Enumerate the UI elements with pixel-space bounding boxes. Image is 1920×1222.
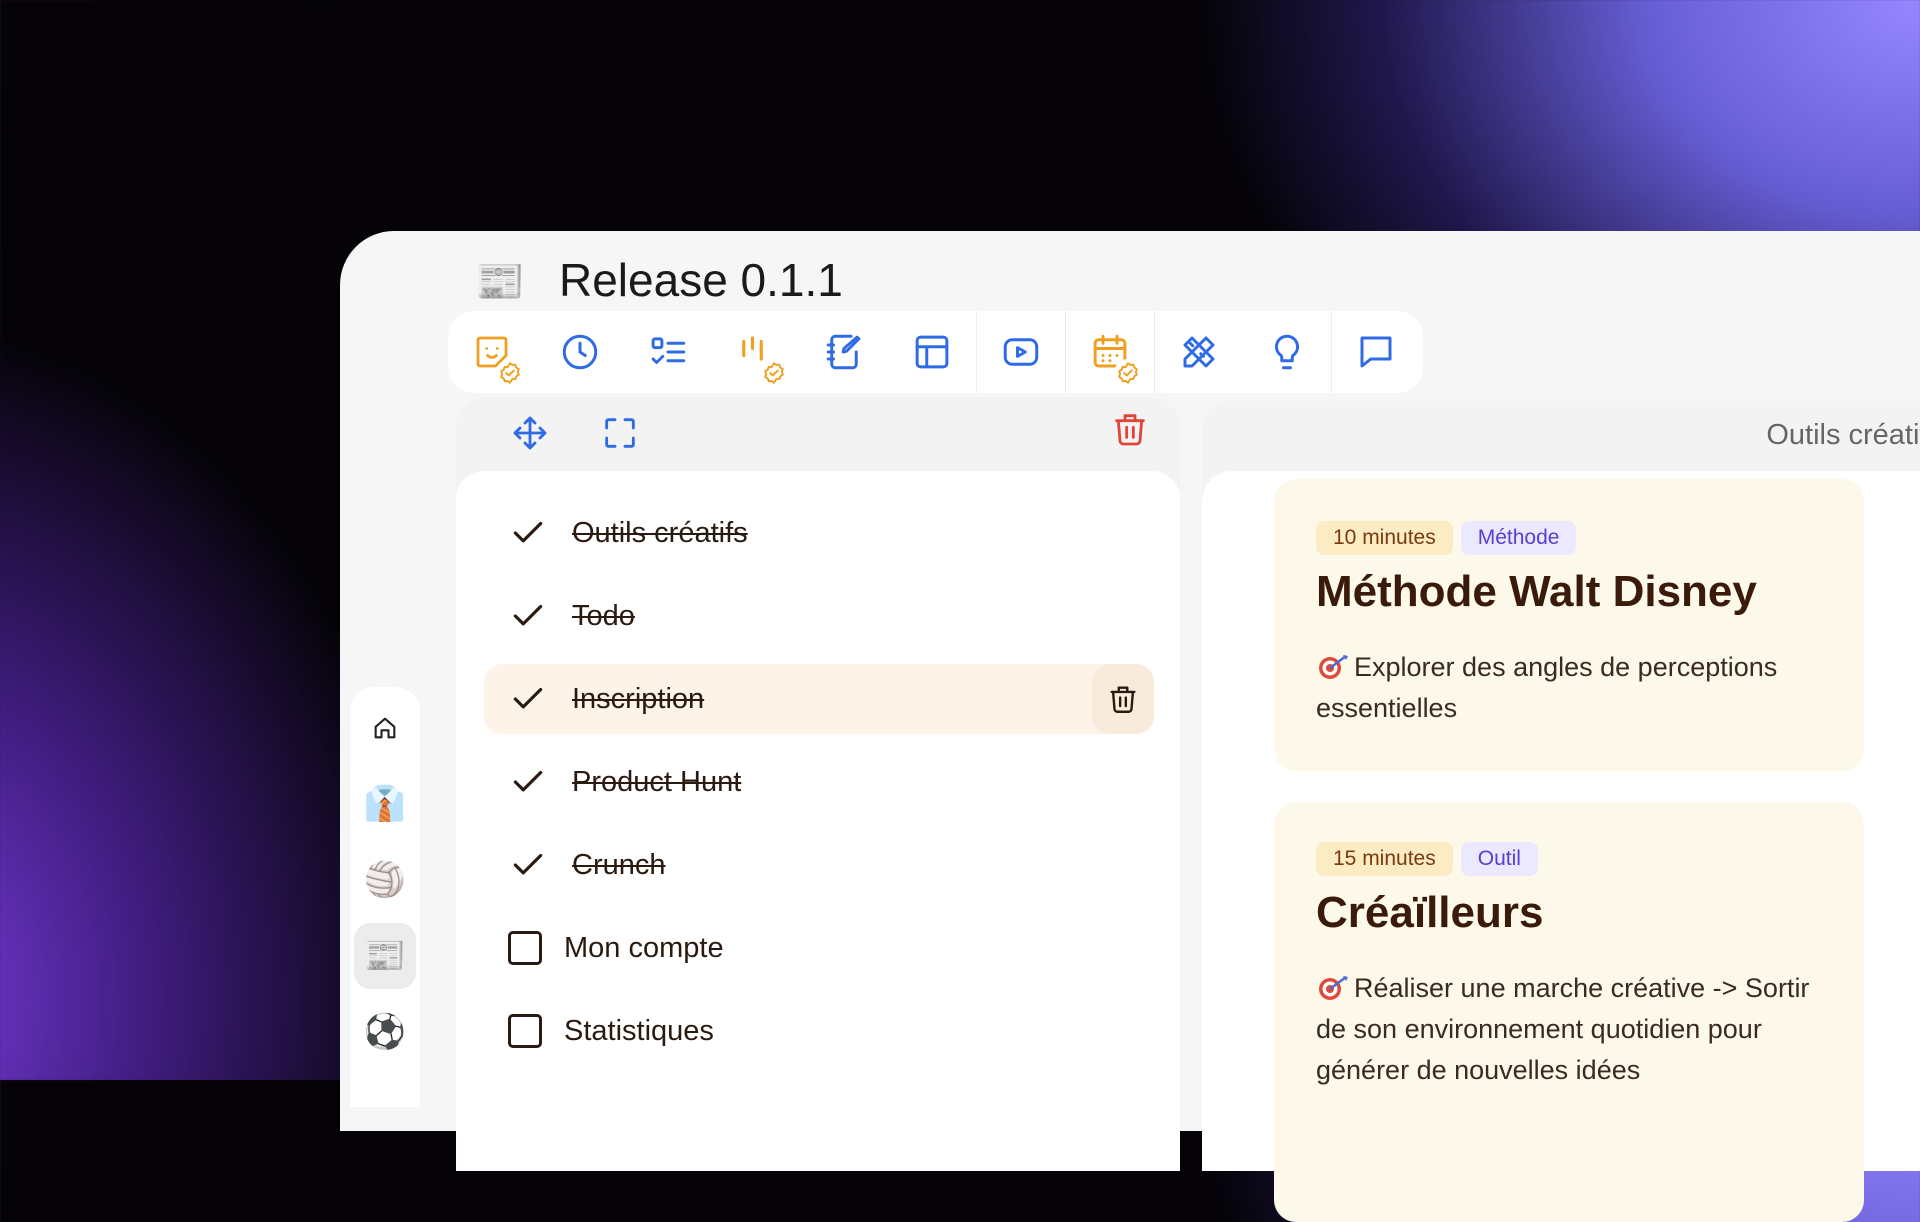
sidebar-item-football[interactable]: ⚽ xyxy=(354,999,416,1065)
checklist-icon xyxy=(651,337,686,364)
todo-checkbox[interactable] xyxy=(508,1014,542,1048)
card-title: Créaïlleurs xyxy=(1316,888,1544,937)
todo-item-label: Todo xyxy=(572,599,635,632)
sidebar-item-sport[interactable]: 🏐 xyxy=(354,847,416,913)
todo-list: Outils créatifs Todo Inscription Product… xyxy=(456,471,1180,1171)
chat-bubble-icon xyxy=(1360,336,1392,368)
todo-item-product-hunt[interactable]: Product Hunt xyxy=(484,747,1154,817)
duration-badge: 15 minutes xyxy=(1316,842,1453,876)
check-badge-icon xyxy=(496,359,524,387)
todo-item-label: Product Hunt xyxy=(572,765,742,798)
toolbar-layout-button[interactable] xyxy=(888,311,976,393)
toolbar-clock-button[interactable] xyxy=(536,311,624,393)
check-icon[interactable] xyxy=(506,594,550,638)
sidebar-item-work[interactable]: 👔 xyxy=(354,771,416,837)
check-badge-icon xyxy=(1114,359,1142,387)
toolbar-checklist-button[interactable] xyxy=(624,311,712,393)
toolbar-video-button[interactable] xyxy=(977,311,1065,393)
sidebar-item-home[interactable] xyxy=(354,695,416,761)
category-badge: Méthode xyxy=(1460,521,1577,555)
target-dart-icon xyxy=(1319,976,1348,1000)
delete-item-button[interactable] xyxy=(1092,664,1154,734)
card-description: Réaliser une marche créative -> Sortir d… xyxy=(1316,968,1836,1091)
sidebar-item-release[interactable]: 📰 xyxy=(354,923,416,989)
video-play-icon xyxy=(1003,338,1039,366)
todo-item-label: Outils créatifs xyxy=(572,516,748,549)
todo-panel: Outils créatifs Todo Inscription Product… xyxy=(456,397,1180,1171)
todo-item-statistiques[interactable]: Statistiques xyxy=(484,996,1154,1066)
check-badge-icon xyxy=(760,359,788,387)
check-icon[interactable] xyxy=(506,677,550,721)
sidebar: 👔 🏐 📰 ⚽ xyxy=(350,687,420,1107)
target-dart-icon xyxy=(1319,655,1348,679)
check-icon[interactable] xyxy=(506,760,550,804)
soccer-ball-icon: ⚽ xyxy=(363,1013,407,1051)
toolbar-design-button[interactable] xyxy=(1155,311,1243,393)
move-icon[interactable] xyxy=(510,413,550,453)
card-description: Explorer des angles de perceptions essen… xyxy=(1316,647,1836,729)
layout-icon xyxy=(915,335,949,369)
creative-tools-panel: Outils créatifs 10 minutes Méthode Métho… xyxy=(1202,401,1920,1222)
tool-card[interactable]: 15 minutes Outil Créaïlleurs Réaliser un… xyxy=(1274,802,1864,1222)
toolbar-sticky-note-button[interactable] xyxy=(448,311,536,393)
todo-item-label: Inscription xyxy=(572,682,705,715)
notebook-edit-icon xyxy=(826,334,861,370)
todo-checkbox[interactable] xyxy=(508,931,542,965)
todo-item-label: Statistiques xyxy=(564,1014,714,1047)
home-icon xyxy=(374,717,396,739)
todo-item-mon-compte[interactable]: Mon compte xyxy=(484,913,1154,983)
todo-item-inscription[interactable]: Inscription xyxy=(484,664,1154,734)
panel-title: Outils créatifs xyxy=(1766,419,1920,451)
toolbar-calendar-button[interactable] xyxy=(1066,311,1154,393)
card-tags: 15 minutes Outil xyxy=(1316,842,1538,876)
page-title: Release 0.1.1 xyxy=(559,254,843,306)
page-header: 📰 Release 0.1.1 xyxy=(475,253,843,307)
todo-item-crunch[interactable]: Crunch xyxy=(484,830,1154,900)
todo-panel-tools xyxy=(456,397,1180,471)
app-window: 📰 Release 0.1.1 Outils créatifs Todo Ins… xyxy=(340,231,1920,1222)
duration-badge: 10 minutes xyxy=(1316,521,1453,555)
check-icon[interactable] xyxy=(506,511,550,555)
trash-icon xyxy=(1110,686,1136,713)
fullscreen-icon[interactable] xyxy=(600,413,640,453)
clock-icon xyxy=(562,334,598,370)
toolbar-notebook-button[interactable] xyxy=(800,311,888,393)
tool-toolbar xyxy=(448,311,1423,393)
check-icon[interactable] xyxy=(506,843,550,887)
toolbar-chat-button[interactable] xyxy=(1332,311,1420,393)
newspaper-icon: 📰 xyxy=(475,260,525,304)
creative-tools-list: 10 minutes Méthode Méthode Walt Disney E… xyxy=(1202,471,1920,1222)
trash-icon[interactable] xyxy=(1110,409,1150,449)
lightbulb-icon xyxy=(1274,334,1300,370)
newspaper-icon: 📰 xyxy=(363,937,407,975)
card-description-text: Réaliser une marche créative -> Sortir d… xyxy=(1316,973,1810,1085)
volleyball-icon: 🏐 xyxy=(363,861,407,899)
todo-item-label: Mon compte xyxy=(564,931,724,964)
pencil-ruler-icon xyxy=(1183,336,1215,368)
todo-item-outils-creatifs[interactable]: Outils créatifs xyxy=(484,498,1154,568)
card-tags: 10 minutes Méthode xyxy=(1316,521,1577,555)
card-description-text: Explorer des angles de perceptions essen… xyxy=(1316,652,1778,723)
todo-item-todo[interactable]: Todo xyxy=(484,581,1154,651)
todo-item-label: Crunch xyxy=(572,848,666,881)
tool-card[interactable]: 10 minutes Méthode Méthode Walt Disney E… xyxy=(1274,479,1864,771)
category-badge: Outil xyxy=(1460,842,1538,876)
shirt-tie-icon: 👔 xyxy=(363,785,407,823)
toolbar-idea-button[interactable] xyxy=(1243,311,1331,393)
card-title: Méthode Walt Disney xyxy=(1316,567,1757,616)
toolbar-pomodoro-button[interactable] xyxy=(712,311,800,393)
